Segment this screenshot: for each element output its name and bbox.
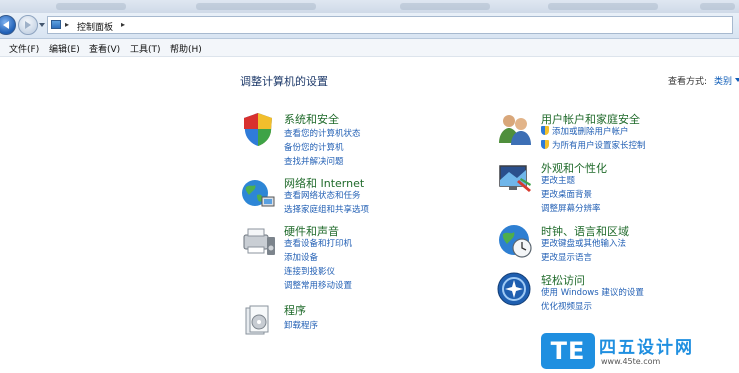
link-network-status[interactable]: 查看网络状态和任务 <box>284 189 361 201</box>
watermark-url: www.45te.com <box>601 357 661 366</box>
breadcrumb-arrow-icon[interactable]: ▸ <box>65 20 69 29</box>
link-troubleshoot[interactable]: 查找并解决问题 <box>284 155 344 167</box>
menu-edit[interactable]: 编辑(E) <box>49 42 80 55</box>
heading-programs[interactable]: 程序 <box>284 302 306 318</box>
hardware-sound-icon[interactable] <box>240 223 276 259</box>
view-by-label: 查看方式: <box>668 77 708 87</box>
system-security-icon[interactable] <box>240 111 276 147</box>
link-optimize-display[interactable]: 优化视频显示 <box>541 300 592 312</box>
heading-system-security[interactable]: 系统和安全 <box>284 111 339 127</box>
link-add-remove-accounts-label: 添加或删除用户帐户 <box>552 127 629 137</box>
link-view-computer-status[interactable]: 查看您的计算机状态 <box>284 127 361 139</box>
forward-button[interactable] <box>18 15 38 35</box>
watermark: TE 四五设计网 www.45te.com <box>541 333 739 373</box>
back-arrow-icon <box>3 21 9 29</box>
link-parental-controls[interactable]: 为所有用户设置家长控制 <box>541 139 646 151</box>
link-devices-printers[interactable]: 查看设备和打印机 <box>284 237 352 249</box>
menu-file[interactable]: 文件(F) <box>9 42 39 55</box>
link-change-keyboard[interactable]: 更改键盘或其他输入法 <box>541 237 626 249</box>
menu-view[interactable]: 查看(V) <box>89 42 120 55</box>
link-display-language[interactable]: 更改显示语言 <box>541 251 592 263</box>
watermark-title: 四五设计网 <box>599 338 694 358</box>
clock-region-icon[interactable] <box>497 223 533 259</box>
uac-shield-icon <box>541 140 549 149</box>
link-add-device[interactable]: 添加设备 <box>284 251 318 263</box>
link-mobility-settings[interactable]: 调整常用移动设置 <box>284 279 352 291</box>
link-desktop-background[interactable]: 更改桌面背景 <box>541 188 592 200</box>
breadcrumb-arrow-icon[interactable]: ▸ <box>121 20 125 29</box>
page-title: 调整计算机的设置 <box>240 75 328 88</box>
appearance-icon[interactable] <box>497 160 533 196</box>
user-accounts-icon[interactable] <box>497 111 533 147</box>
address-bar[interactable]: ▸ 控制面板 ▸ <box>47 16 733 34</box>
menu-bar: 文件(F) 编辑(E) 查看(V) 工具(T) 帮助(H) <box>0 39 739 57</box>
link-screen-resolution[interactable]: 调整屏幕分辨率 <box>541 202 601 214</box>
link-parental-controls-label: 为所有用户设置家长控制 <box>552 141 646 151</box>
link-add-remove-accounts[interactable]: 添加或删除用户帐户 <box>541 125 629 137</box>
chevron-down-icon[interactable] <box>735 78 739 82</box>
browser-tab-strip <box>0 0 739 13</box>
view-by-dropdown[interactable]: 类别 <box>714 74 732 87</box>
network-internet-icon[interactable] <box>240 175 276 211</box>
menu-help[interactable]: 帮助(H) <box>170 42 202 55</box>
forward-arrow-icon <box>25 21 31 29</box>
control-panel-icon <box>51 20 61 29</box>
menu-tools[interactable]: 工具(T) <box>130 42 161 55</box>
link-recommended-settings[interactable]: 使用 Windows 建议的设置 <box>541 286 644 298</box>
ease-of-access-icon[interactable] <box>497 272 533 308</box>
link-change-theme[interactable]: 更改主题 <box>541 174 575 186</box>
link-connect-projector[interactable]: 连接到投影仪 <box>284 265 335 277</box>
back-button[interactable] <box>0 15 16 35</box>
address-row: ▸ 控制面板 ▸ <box>0 13 739 39</box>
link-uninstall-program[interactable]: 卸载程序 <box>284 319 318 331</box>
uac-shield-icon <box>541 126 549 135</box>
watermark-logo: TE <box>541 333 595 369</box>
programs-icon[interactable] <box>240 302 276 338</box>
link-backup-computer[interactable]: 备份您的计算机 <box>284 141 344 153</box>
link-homegroup-sharing[interactable]: 选择家庭组和共享选项 <box>284 203 369 215</box>
breadcrumb-control-panel[interactable]: 控制面板 <box>77 20 113 33</box>
recent-pages-dropdown-icon[interactable] <box>39 23 45 27</box>
